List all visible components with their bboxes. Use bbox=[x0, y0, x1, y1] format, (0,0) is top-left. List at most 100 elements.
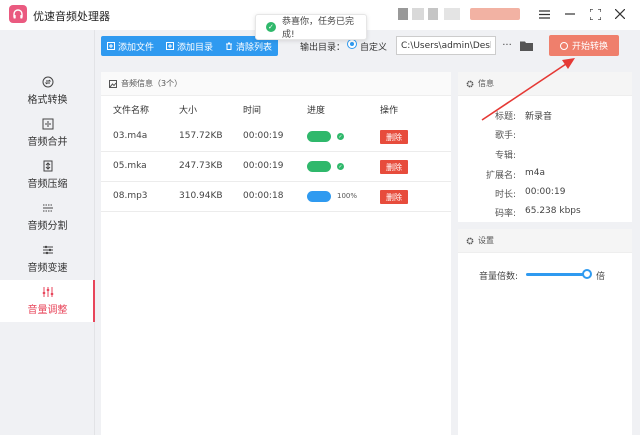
table-row[interactable]: 05.mka 247.73KB 00:00:19 ✓ 删除 bbox=[101, 152, 451, 182]
add-file-button[interactable]: 添加文件 bbox=[101, 36, 160, 56]
info-value-extension: m4a bbox=[525, 168, 546, 178]
delete-button[interactable]: 删除 bbox=[380, 160, 408, 174]
info-panel-title: 信息 bbox=[478, 79, 494, 88]
clear-list-label: 清除列表 bbox=[236, 42, 273, 53]
sidebar-item-label: 音频合并 bbox=[27, 137, 68, 148]
info-label-duration: 时长: bbox=[494, 190, 516, 200]
speed-icon bbox=[42, 244, 54, 256]
volume-slider-handle[interactable] bbox=[582, 269, 592, 279]
custom-output-label[interactable]: 自定义 bbox=[360, 40, 387, 53]
user-badge[interactable] bbox=[470, 8, 520, 20]
info-label-title: 标题: bbox=[494, 112, 516, 122]
file-time: 00:00:19 bbox=[243, 131, 284, 141]
custom-output-radio[interactable] bbox=[347, 39, 357, 49]
check-circle-icon: ✓ bbox=[266, 22, 276, 32]
audio-list-panel: 音频信息（3个） 文件名称 大小 时间 进度 操作 03.m4a 157.72K… bbox=[101, 72, 451, 435]
split-icon bbox=[42, 202, 54, 214]
file-name: 03.m4a bbox=[113, 131, 148, 141]
audio-list-header: 音频信息（3个） bbox=[101, 72, 451, 96]
add-folder-label: 添加目录 bbox=[177, 42, 214, 53]
sidebar-item-label: 音量调整 bbox=[27, 305, 68, 316]
start-convert-button[interactable]: 开始转换 bbox=[549, 35, 619, 56]
sidebar-item-compress[interactable]: 音频压缩 bbox=[0, 154, 95, 196]
avatar bbox=[398, 8, 408, 20]
add-folder-button[interactable]: 添加目录 bbox=[160, 36, 219, 56]
output-dir-label: 输出目录： bbox=[300, 43, 346, 53]
volume-multiplier-label: 音量倍数: bbox=[479, 272, 519, 282]
sidebar-item-label: 音频压缩 bbox=[27, 179, 68, 190]
column-header-action: 操作 bbox=[380, 106, 399, 116]
minimize-icon[interactable] bbox=[562, 6, 578, 22]
sidebar-item-label: 音频分割 bbox=[27, 221, 68, 232]
info-panel: 信息 标题: 新录音 歌手: 专辑: 扩展名: m4a 时长: 00:00:19… bbox=[458, 72, 632, 222]
image-icon bbox=[109, 79, 117, 88]
folder-icon[interactable] bbox=[519, 38, 533, 52]
info-label-bitrate: 码率: bbox=[494, 209, 516, 219]
info-panel-header: 信息 bbox=[458, 72, 632, 96]
info-value-title: 新录音 bbox=[525, 112, 553, 122]
info-label-artist: 歌手: bbox=[494, 131, 516, 141]
app-title: 优速音频处理器 bbox=[33, 10, 110, 23]
sidebar-item-label: 音频变速 bbox=[27, 263, 68, 274]
file-name: 08.mp3 bbox=[113, 191, 148, 201]
add-file-label: 添加文件 bbox=[118, 42, 155, 53]
volume-unit-label: 倍 bbox=[596, 272, 606, 282]
sidebar-item-speed[interactable]: 音频变速 bbox=[0, 238, 95, 280]
progress-bar bbox=[307, 131, 331, 142]
file-time: 00:00:19 bbox=[243, 161, 284, 171]
info-label-extension: 扩展名: bbox=[485, 171, 516, 181]
output-path-input[interactable] bbox=[396, 36, 496, 55]
sidebar-item-format-convert[interactable]: 格式转换 bbox=[0, 70, 95, 112]
trash-icon bbox=[225, 42, 233, 50]
gear-icon bbox=[466, 237, 474, 245]
gear-icon bbox=[466, 80, 474, 88]
menu-icon[interactable] bbox=[536, 6, 552, 22]
check-icon: ✓ bbox=[337, 163, 344, 170]
start-convert-label: 开始转换 bbox=[571, 42, 608, 52]
add-folder-icon bbox=[166, 42, 175, 50]
compress-icon bbox=[42, 160, 54, 172]
app-logo-icon bbox=[9, 5, 27, 23]
success-toast: ✓ 恭喜你，任务已完成! bbox=[255, 14, 367, 40]
table-row[interactable]: 03.m4a 157.72KB 00:00:19 ✓ 删除 bbox=[101, 122, 451, 152]
close-icon[interactable] bbox=[612, 6, 628, 22]
blurred-area bbox=[444, 8, 460, 20]
settings-panel-header: 设置 bbox=[458, 229, 632, 253]
column-header-progress: 进度 bbox=[307, 106, 326, 116]
progress-bar bbox=[307, 191, 331, 202]
sidebar-item-merge[interactable]: 音频合并 bbox=[0, 112, 95, 154]
volume-slider-track[interactable] bbox=[526, 273, 588, 276]
format-convert-icon bbox=[42, 76, 54, 88]
check-icon: ✓ bbox=[337, 133, 344, 140]
more-options-button[interactable]: ··· bbox=[500, 38, 514, 52]
table-row[interactable]: 08.mp3 310.94KB 00:00:18 100% 删除 bbox=[101, 182, 451, 212]
progress-percent: 100% bbox=[337, 192, 358, 200]
settings-panel-title: 设置 bbox=[478, 236, 494, 245]
fullscreen-icon[interactable] bbox=[587, 6, 603, 22]
add-file-icon bbox=[107, 42, 115, 50]
loading-ring-icon bbox=[559, 41, 568, 50]
merge-icon bbox=[42, 118, 54, 130]
file-name: 05.mka bbox=[113, 161, 147, 171]
toolbar: 添加文件 添加目录 清除列表 bbox=[101, 36, 279, 56]
file-size: 157.72KB bbox=[179, 131, 223, 141]
file-size: 310.94KB bbox=[179, 191, 223, 201]
info-value-duration: 00:00:19 bbox=[525, 187, 566, 197]
blurred-area bbox=[412, 8, 424, 20]
sidebar-item-label: 格式转换 bbox=[27, 95, 68, 106]
file-time: 00:00:18 bbox=[243, 191, 284, 201]
sidebar-item-volume-adjust[interactable]: 音量调整 bbox=[0, 280, 95, 322]
progress-bar bbox=[307, 161, 331, 172]
blurred-area bbox=[428, 8, 438, 20]
column-header-size: 大小 bbox=[179, 106, 198, 116]
info-value-bitrate: 65.238 kbps bbox=[525, 206, 581, 216]
toast-message: 恭喜你，任务已完成! bbox=[281, 17, 354, 40]
volume-adjust-icon bbox=[42, 286, 54, 298]
delete-button[interactable]: 删除 bbox=[380, 190, 408, 204]
delete-button[interactable]: 删除 bbox=[380, 130, 408, 144]
column-header-name: 文件名称 bbox=[113, 106, 150, 116]
sidebar: 格式转换 音频合并 音频压缩 音频分割 音频变速 音量调整 bbox=[0, 30, 95, 435]
info-label-album: 专辑: bbox=[494, 151, 516, 161]
settings-panel: 设置 音量倍数: 倍 bbox=[458, 229, 632, 435]
sidebar-item-split[interactable]: 音频分割 bbox=[0, 196, 95, 238]
